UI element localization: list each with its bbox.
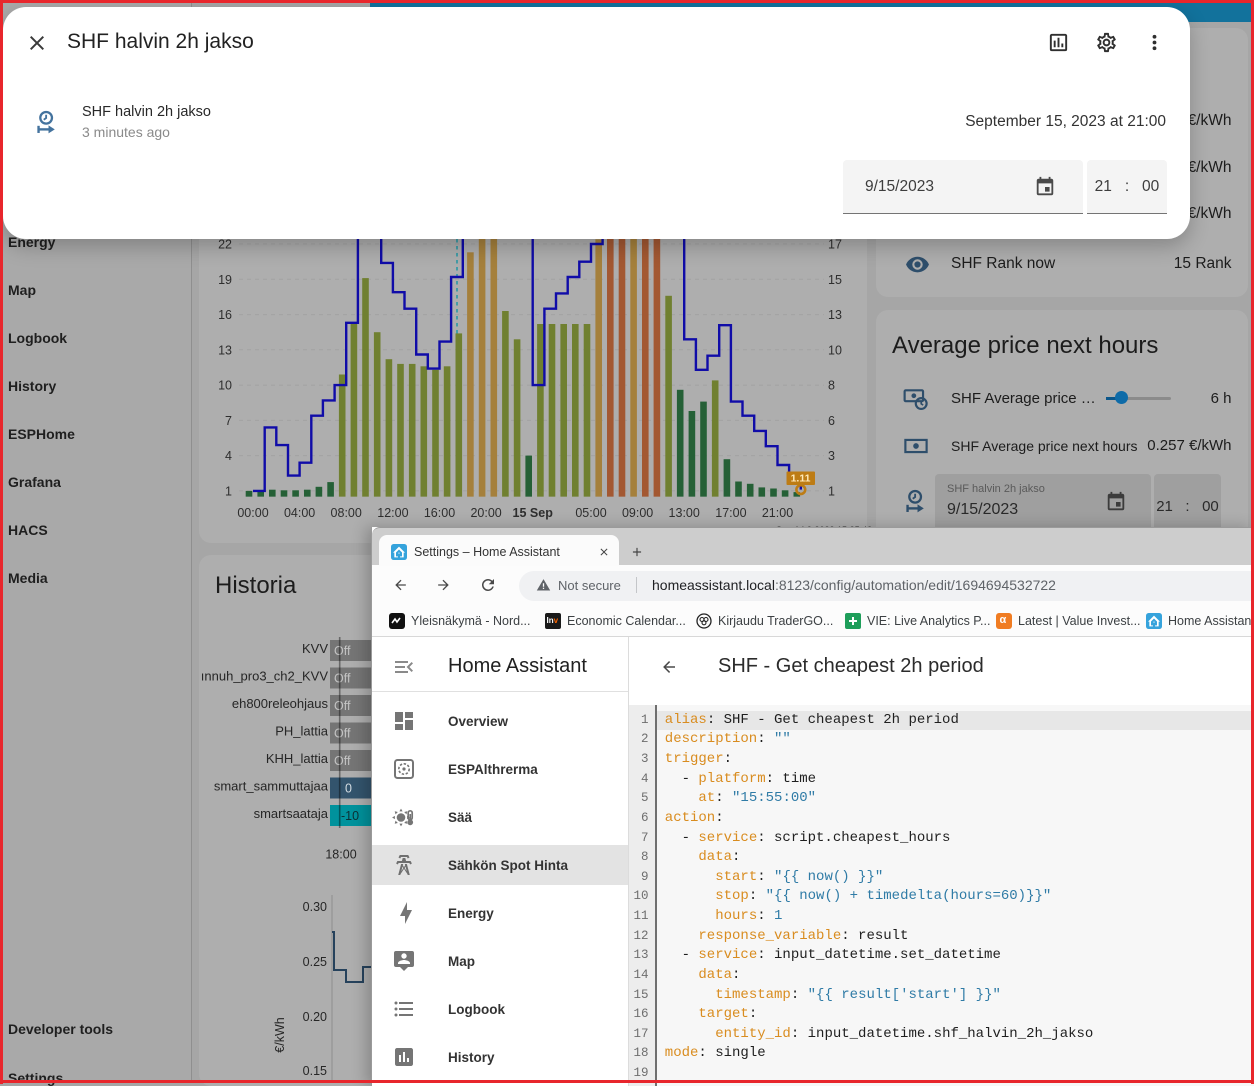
svg-text:12:00: 12:00 bbox=[377, 506, 408, 520]
svg-text:4: 4 bbox=[225, 449, 232, 463]
svg-text:17: 17 bbox=[828, 238, 842, 252]
svg-text:ınnuh_pro3_ch2_KVV: ınnuh_pro3_ch2_KVV bbox=[201, 669, 329, 684]
svg-text:04:00: 04:00 bbox=[284, 506, 315, 520]
svg-text:Off: Off bbox=[334, 699, 351, 713]
svg-text:19: 19 bbox=[218, 273, 232, 287]
svg-text:€/kWh: €/kWh bbox=[273, 1017, 287, 1052]
svg-text:16: 16 bbox=[218, 308, 232, 322]
svg-text:18:00: 18:00 bbox=[325, 848, 356, 862]
svg-text:00:00: 00:00 bbox=[237, 506, 268, 520]
svg-text:Off: Off bbox=[334, 644, 351, 658]
svg-text:13: 13 bbox=[828, 308, 842, 322]
svg-text:21:00: 21:00 bbox=[762, 506, 793, 520]
svg-text:PH_lattia: PH_lattia bbox=[275, 724, 329, 739]
svg-text:16:00: 16:00 bbox=[424, 506, 455, 520]
svg-text:13: 13 bbox=[218, 343, 232, 357]
svg-text:smart_sammuttajaa: smart_sammuttajaa bbox=[214, 779, 329, 794]
svg-text:6: 6 bbox=[828, 414, 835, 428]
svg-text:15 Sep: 15 Sep bbox=[513, 506, 554, 520]
svg-text:KVV: KVV bbox=[302, 641, 328, 656]
svg-text:Off: Off bbox=[334, 672, 351, 686]
svg-text:-10: -10 bbox=[341, 809, 359, 823]
svg-text:17:00: 17:00 bbox=[715, 506, 746, 520]
svg-text:8: 8 bbox=[828, 379, 835, 393]
svg-text:09:00: 09:00 bbox=[622, 506, 653, 520]
svg-text:smartsaataja: smartsaataja bbox=[254, 806, 329, 821]
svg-text:eh800releohjaus: eh800releohjaus bbox=[232, 696, 329, 711]
svg-text:10: 10 bbox=[828, 343, 842, 357]
svg-text:1: 1 bbox=[828, 484, 835, 498]
svg-text:10: 10 bbox=[218, 379, 232, 393]
svg-text:Off: Off bbox=[334, 754, 351, 768]
svg-text:0.30: 0.30 bbox=[303, 900, 327, 914]
svg-text:7: 7 bbox=[225, 414, 232, 428]
svg-text:0: 0 bbox=[345, 782, 352, 796]
svg-text:13:00: 13:00 bbox=[669, 506, 700, 520]
svg-text:20:00: 20:00 bbox=[470, 506, 501, 520]
svg-text:1: 1 bbox=[225, 484, 232, 498]
svg-text:0.15: 0.15 bbox=[303, 1064, 327, 1078]
svg-text:15: 15 bbox=[828, 273, 842, 287]
svg-text:1.11: 1.11 bbox=[791, 473, 811, 485]
svg-text:05:00: 05:00 bbox=[575, 506, 606, 520]
svg-text:3: 3 bbox=[828, 449, 835, 463]
svg-text:KHH_lattia: KHH_lattia bbox=[266, 751, 329, 766]
svg-text:22: 22 bbox=[218, 238, 232, 252]
svg-text:0.25: 0.25 bbox=[303, 955, 327, 969]
svg-text:Off: Off bbox=[334, 727, 351, 741]
svg-text:0.20: 0.20 bbox=[303, 1010, 327, 1024]
svg-text:08:00: 08:00 bbox=[331, 506, 362, 520]
